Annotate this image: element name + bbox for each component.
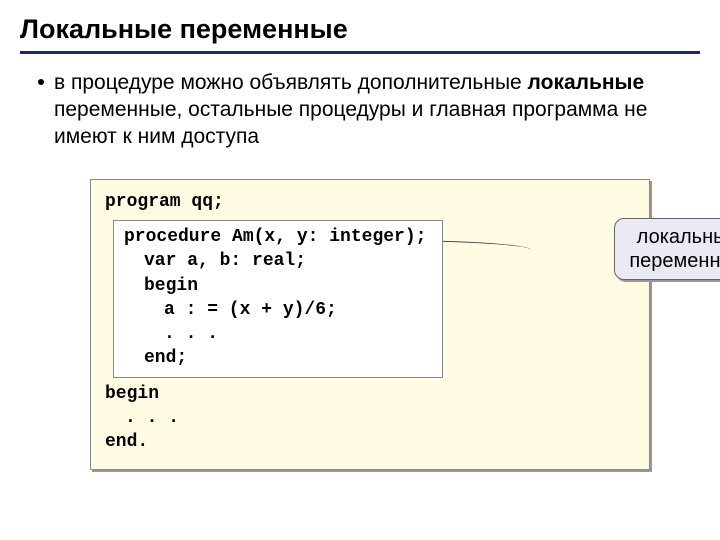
callout-box: локальные переменные [614,218,720,280]
code-line: begin [124,274,432,298]
code-line: a : = (x + y)/6; [124,298,432,322]
bullet-bold: локальные [528,71,645,94]
bullet-text: в процедуре можно объявлять дополнительн… [54,70,700,151]
code-line: . . . [124,322,432,346]
code-line: program qq; [105,190,635,214]
bullet-post: переменные, остальные процедуры и главна… [54,98,647,148]
bullet-pre: в процедуре можно объявлять дополнительн… [54,71,528,94]
outer-code-box: program qq; procedure Am(x, y: integer);… [90,179,650,470]
bullet-dot-icon [38,79,44,85]
bullet-item: в процедуре можно объявлять дополнительн… [38,70,700,151]
code-block-wrap: program qq; procedure Am(x, y: integer);… [90,179,650,470]
slide-title: Локальные переменные [20,14,700,54]
callout-line: переменные [629,249,720,273]
code-line: procedure Am(x, y: integer); [124,225,432,249]
code-line: end; [124,346,432,370]
code-line: var a, b: real; [124,249,432,273]
callout-line: локальные [629,225,720,249]
code-line: end. [105,430,635,454]
code-line: begin [105,382,635,406]
code-line: . . . [105,406,635,430]
inner-code-box: procedure Am(x, y: integer); var a, b: r… [113,220,443,378]
